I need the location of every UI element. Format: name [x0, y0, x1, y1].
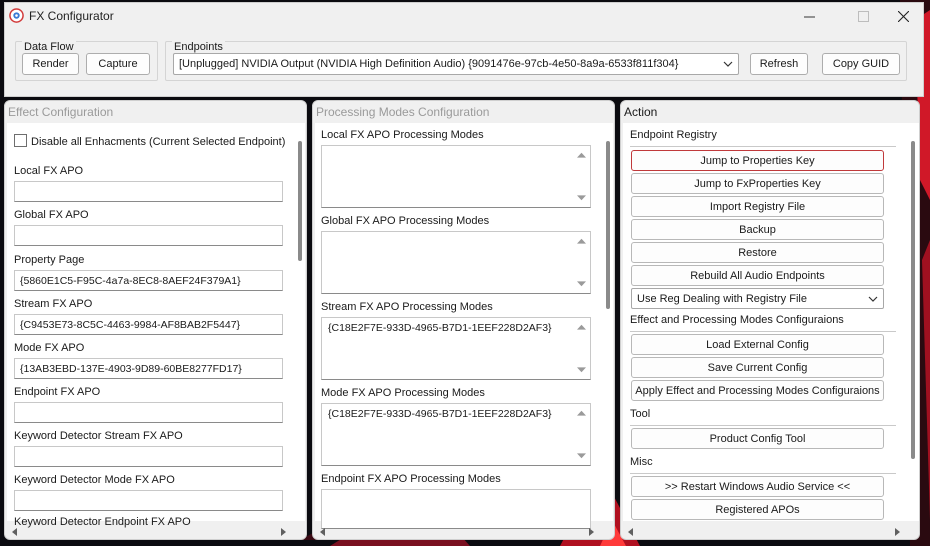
area-scrollbar[interactable]	[573, 146, 590, 207]
section-label: Mode FX APO Processing Modes	[321, 387, 485, 399]
field-label: Property Page	[14, 254, 85, 266]
refresh-button[interactable]: Refresh	[750, 53, 808, 75]
field-label: Keyword Detector Stream FX APO	[14, 430, 183, 442]
endpoint-select[interactable]: [Unplugged] NVIDIA Output (NVIDIA High D…	[173, 53, 739, 75]
area-value: {C18E2F7E-933D-4965-B7D1-1EEF228D2AF3}	[328, 322, 552, 334]
title-bar: FX Configurator	[5, 3, 923, 29]
data-flow-group: Data Flow Render Capture	[15, 41, 158, 81]
reg-dealing-value: Use Reg Dealing with Registry File	[637, 292, 807, 305]
section-label: Local FX APO Processing Modes	[321, 129, 484, 141]
action-content: Endpoint Registry Jump to Properties Key…	[623, 123, 919, 521]
reg-dealing-select[interactable]: Use Reg Dealing with Registry File	[631, 288, 884, 309]
field-label: Keyword Detector Mode FX APO	[14, 474, 175, 486]
jump-to-fxproperties-key-button[interactable]: Jump to FxProperties Key	[631, 173, 884, 194]
maximize-icon	[857, 10, 869, 22]
area-scrollbar[interactable]	[573, 232, 590, 293]
endpoint-registry-label: Endpoint Registry	[630, 129, 717, 141]
maximize-button[interactable]	[841, 3, 885, 29]
field-label: Global FX APO	[14, 209, 89, 221]
vertical-scrollbar[interactable]	[911, 141, 915, 459]
local-modes-area[interactable]	[321, 145, 591, 208]
restart-audio-service-button[interactable]: >> Restart Windows Audio Service <<	[631, 476, 884, 497]
minimize-icon	[803, 16, 815, 17]
chevron-down-icon	[868, 296, 878, 302]
global-fx-apo-field[interactable]	[14, 225, 283, 246]
action-title: Action	[624, 105, 658, 119]
misc-label: Misc	[630, 456, 653, 468]
endpoint-select-value: [Unplugged] NVIDIA Output (NVIDIA High D…	[179, 58, 679, 70]
scroll-left-icon[interactable]	[627, 528, 635, 536]
render-button[interactable]: Render	[22, 53, 79, 75]
field-label: Local FX APO	[14, 165, 84, 177]
property-page-field[interactable]: {5860E1C5-F95C-4a7a-8EC8-8AEF24F379A1}	[14, 270, 283, 291]
processing-modes-title: Processing Modes Configuration	[316, 105, 490, 119]
endpoint-modes-area[interactable]	[321, 489, 591, 529]
processing-modes-panel: Processing Modes Configuration Local FX …	[312, 100, 615, 540]
field-label: Endpoint FX APO	[14, 386, 101, 398]
load-external-config-button[interactable]: Load External Config	[631, 334, 884, 355]
stream-fx-apo-field[interactable]: {C9453E73-8C5C-4463-9984-AF8BAB2F5447}	[14, 314, 283, 335]
scroll-right-icon[interactable]	[587, 528, 595, 536]
field-label: Mode FX APO	[14, 342, 85, 354]
area-value: {C18E2F7E-933D-4965-B7D1-1EEF228D2AF3}	[328, 408, 552, 420]
stream-modes-area[interactable]: {C18E2F7E-933D-4965-B7D1-1EEF228D2AF3}	[321, 317, 591, 380]
scroll-right-icon[interactable]	[893, 528, 901, 536]
rebuild-endpoints-button[interactable]: Rebuild All Audio Endpoints	[631, 265, 884, 286]
section-label: Endpoint FX APO Processing Modes	[321, 473, 501, 485]
scroll-left-icon[interactable]	[319, 528, 327, 536]
section-label: Global FX APO Processing Modes	[321, 215, 490, 227]
close-button[interactable]	[881, 3, 925, 29]
save-current-config-button[interactable]: Save Current Config	[631, 357, 884, 378]
scroll-right-icon[interactable]	[279, 528, 287, 536]
separator	[630, 473, 896, 474]
registered-apos-button[interactable]: Registered APOs	[631, 499, 884, 520]
keyword-mode-fx-apo-field[interactable]	[14, 490, 283, 511]
endpoints-group: Endpoints [Unplugged] NVIDIA Output (NVI…	[165, 41, 907, 81]
area-scrollbar[interactable]	[573, 404, 590, 465]
global-modes-area[interactable]	[321, 231, 591, 294]
product-config-tool-button[interactable]: Product Config Tool	[631, 428, 884, 449]
disable-all-label: Disable all Enhacments (Current Selected…	[31, 136, 286, 148]
processing-modes-content: Local FX APO Processing Modes Global FX …	[315, 123, 613, 529]
tool-label: Tool	[630, 408, 651, 420]
close-icon	[897, 10, 909, 22]
effect-modes-label: Effect and Processing Modes Configuraion…	[630, 314, 844, 326]
vertical-scrollbar[interactable]	[298, 141, 302, 261]
effect-config-title: Effect Configuration	[8, 105, 114, 119]
section-label: Stream FX APO Processing Modes	[321, 301, 493, 313]
mode-fx-apo-field[interactable]: {13AB3EBD-137E-4903-9D89-60BE8277FD17}	[14, 358, 283, 379]
data-flow-label: Data Flow	[22, 41, 76, 53]
separator	[630, 425, 896, 426]
field-label: Stream FX APO	[14, 298, 93, 310]
mode-modes-area[interactable]: {C18E2F7E-933D-4965-B7D1-1EEF228D2AF3}	[321, 403, 591, 466]
chevron-down-icon	[723, 61, 733, 67]
scroll-left-icon[interactable]	[11, 528, 19, 536]
local-fx-apo-field[interactable]	[14, 181, 283, 202]
main-window-header: FX Configurator Data Flow Render Capture…	[4, 2, 924, 97]
action-panel: Action Endpoint Registry Jump to Propert…	[620, 100, 920, 540]
window-title: FX Configurator	[29, 9, 114, 23]
backup-button[interactable]: Backup	[631, 219, 884, 240]
vertical-scrollbar[interactable]	[606, 141, 610, 309]
import-registry-file-button[interactable]: Import Registry File	[631, 196, 884, 217]
effect-config-panel: Effect Configuration Disable all Enhacme…	[4, 100, 307, 540]
area-scrollbar[interactable]	[573, 318, 590, 379]
separator	[630, 146, 896, 147]
effect-config-content: Disable all Enhacments (Current Selected…	[7, 123, 305, 528]
endpoints-label: Endpoints	[172, 41, 225, 53]
restore-button[interactable]: Restore	[631, 242, 884, 263]
app-icon	[9, 8, 24, 23]
separator	[630, 331, 896, 332]
copy-guid-button[interactable]: Copy GUID	[822, 53, 900, 75]
capture-button[interactable]: Capture	[86, 53, 150, 75]
field-label: Keyword Detector Endpoint FX APO	[14, 516, 191, 528]
disable-all-checkbox[interactable]	[14, 134, 27, 147]
apply-config-button[interactable]: Apply Effect and Processing Modes Config…	[631, 380, 884, 401]
minimize-button[interactable]	[787, 3, 831, 29]
endpoint-fx-apo-field[interactable]	[14, 402, 283, 423]
keyword-stream-fx-apo-field[interactable]	[14, 446, 283, 467]
jump-to-properties-key-button[interactable]: Jump to Properties Key	[631, 150, 884, 171]
